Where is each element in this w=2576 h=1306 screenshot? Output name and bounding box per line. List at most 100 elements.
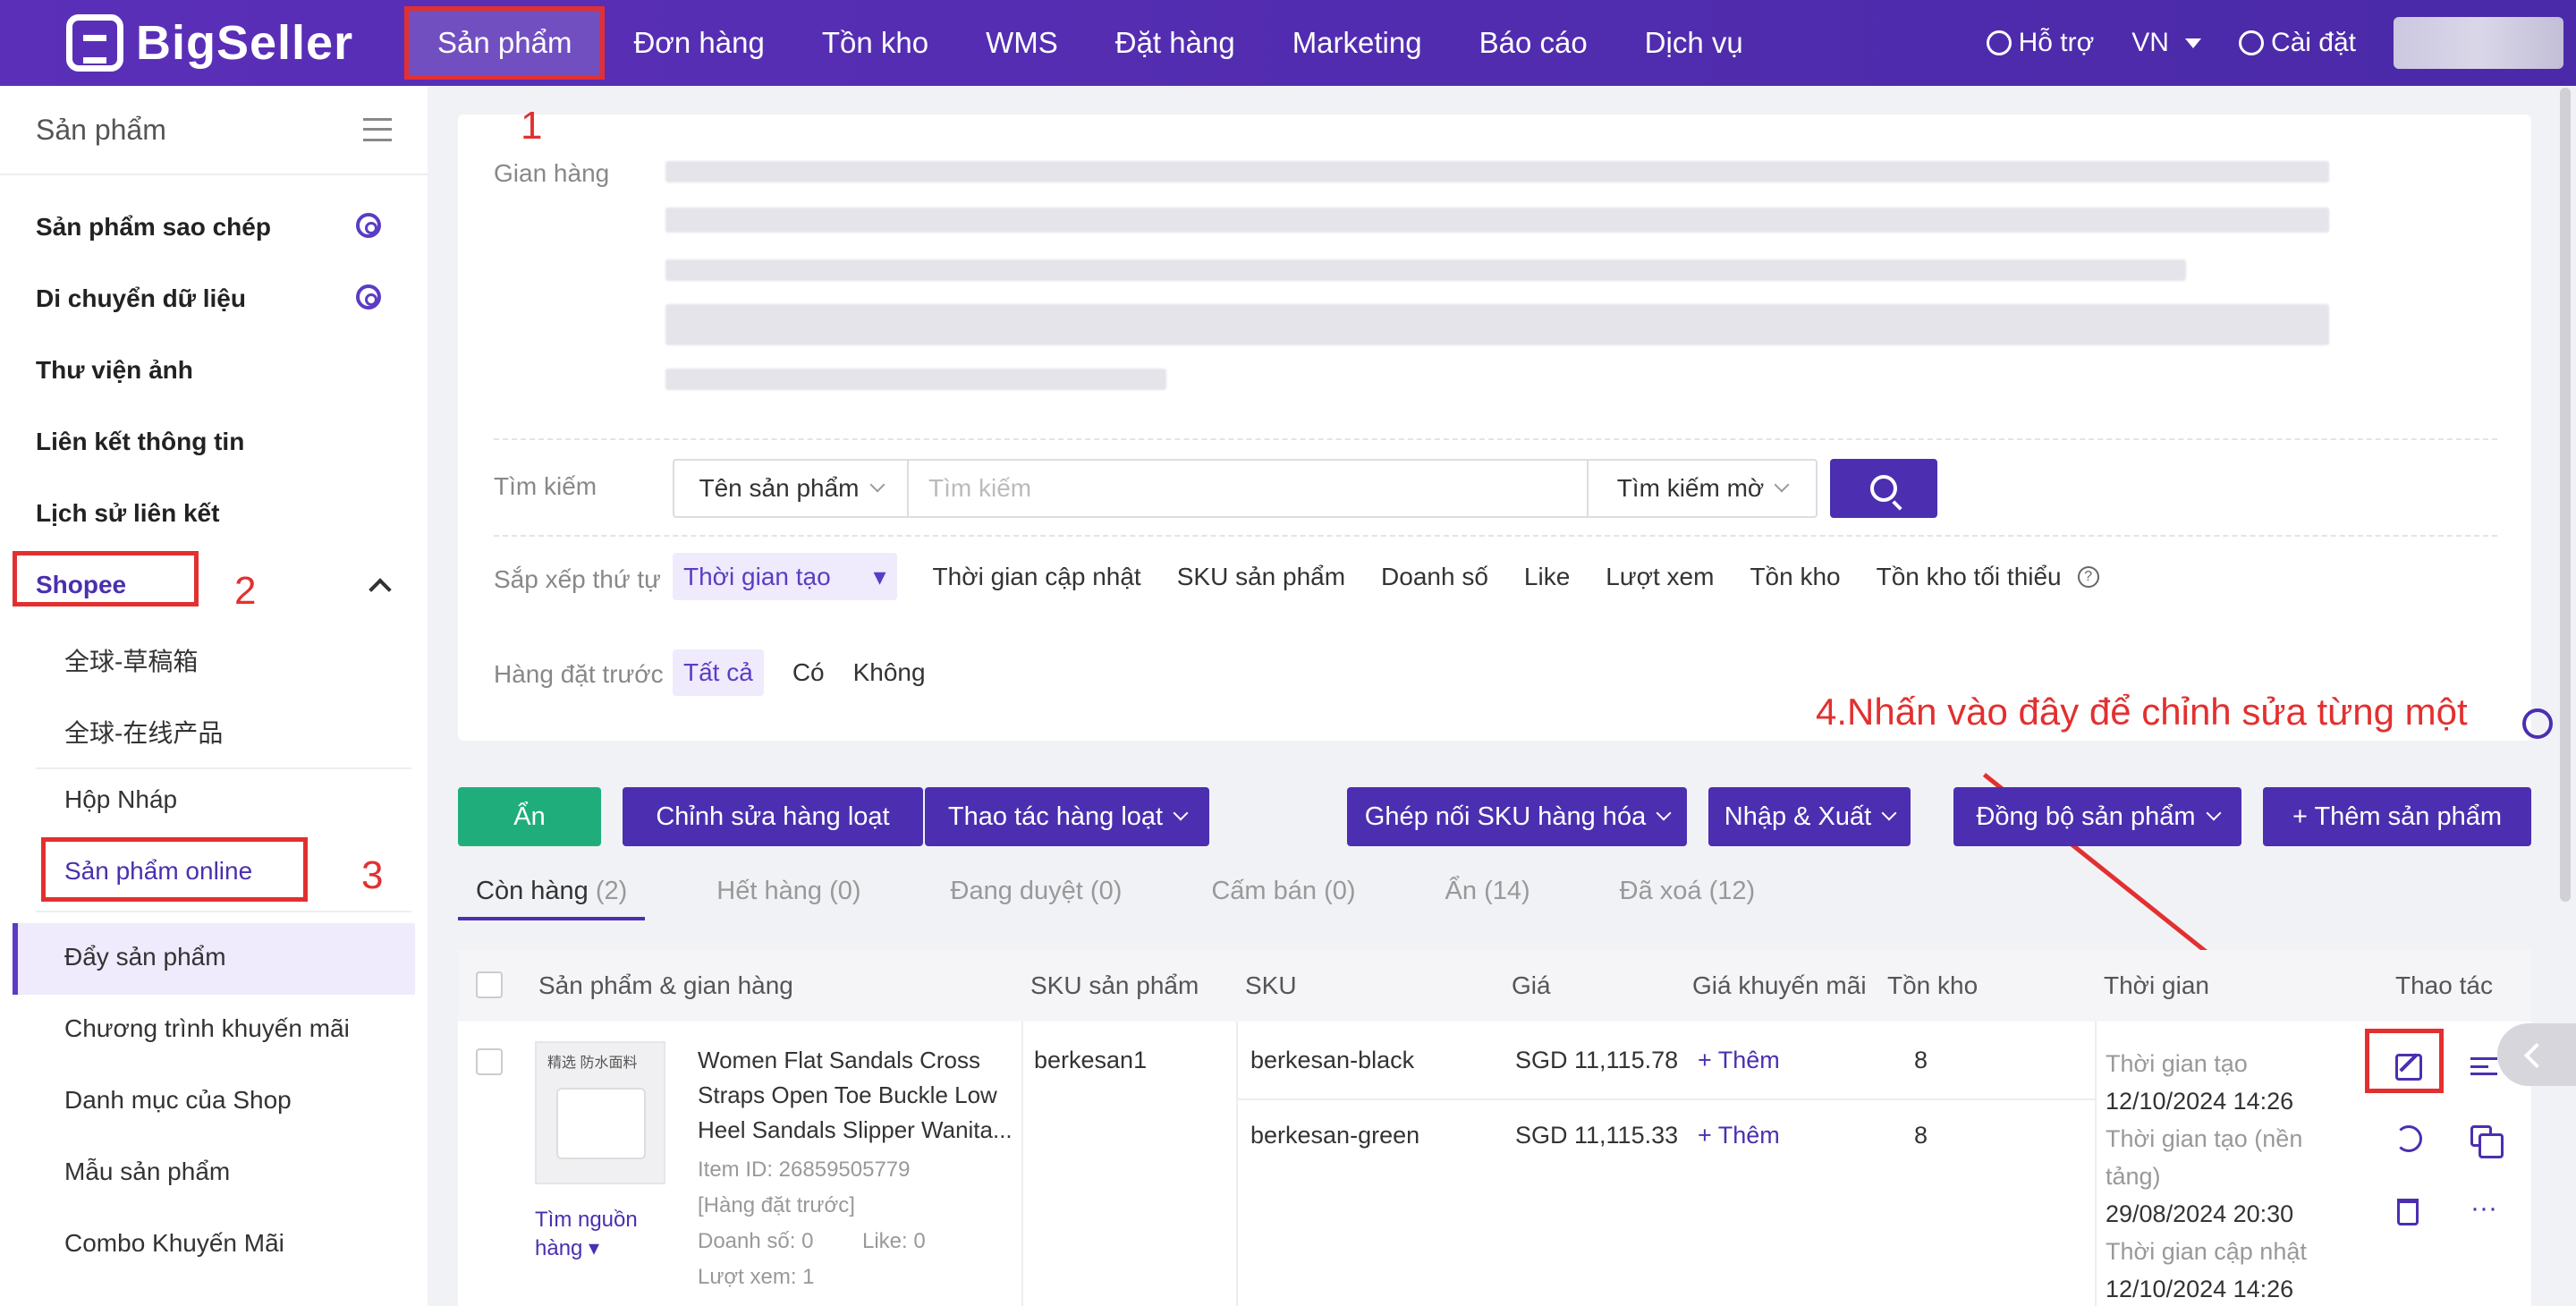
divider <box>36 911 411 912</box>
shop-list-blurred[interactable] <box>665 161 2490 456</box>
sidebar-item-drafts[interactable]: Hộp Nháp <box>64 785 177 814</box>
avatar[interactable] <box>2394 17 2563 69</box>
preorder-no[interactable]: Không <box>853 658 926 687</box>
preorder-yes[interactable]: Có <box>792 658 825 687</box>
shop-label: Gian hàng <box>494 159 610 187</box>
scrollbar[interactable] <box>2560 88 2571 902</box>
search-icon[interactable] <box>2522 708 2553 739</box>
search-input[interactable]: Tìm kiếm <box>909 461 1587 516</box>
time-label: Thời gian tạo (nền <box>2106 1125 2303 1152</box>
sidebar-item-global-online[interactable]: 全球-在线产品 <box>64 714 223 750</box>
nav-inventory[interactable]: Tồn kho <box>793 0 957 86</box>
collapse-panel-icon[interactable] <box>2497 1023 2576 1086</box>
divider <box>1236 1022 1238 1306</box>
more-icon[interactable]: ··· <box>2470 1195 2497 1231</box>
settings-link[interactable]: Cài đặt <box>2238 28 2356 58</box>
search-mode-value: Tìm kiếm mờ <box>1616 474 1765 502</box>
bulk-operations-button[interactable]: Thao tác hàng loạt <box>925 787 1209 846</box>
nav-wms[interactable]: WMS <box>957 0 1087 86</box>
chevron-down-icon <box>1656 805 1672 821</box>
sort-option-product-sku[interactable]: SKU sản phẩm <box>1177 563 1345 591</box>
time-value: 12/10/2024 14:26 <box>2106 1088 2294 1115</box>
support-link[interactable]: Hỗ trợ <box>1986 28 2094 58</box>
sort-option-stock[interactable]: Tồn kho <box>1750 563 1840 591</box>
gear-icon[interactable] <box>356 284 381 310</box>
annotation-number-3: 3 <box>361 853 384 897</box>
sync-icon[interactable] <box>2395 1125 2422 1152</box>
select-all-checkbox[interactable] <box>476 971 503 998</box>
chevron-up-icon[interactable] <box>369 578 392 601</box>
sync-products-button[interactable]: Đồng bộ sản phẩm <box>1953 787 2241 846</box>
sidebar-header: Sản phẩm <box>0 86 428 175</box>
tab-out-of-stock[interactable]: Hết hàng (0) <box>699 877 878 920</box>
preorder-tag: [Hàng đặt trước] <box>698 1193 855 1217</box>
sidebar-item-shop-categories[interactable]: Danh mục của Shop <box>64 1086 292 1115</box>
nav-reports[interactable]: Báo cáo <box>1451 0 1616 86</box>
variant-price: SGD 11,115.33 <box>1515 1122 1679 1149</box>
sidebar-item-promotions[interactable]: Chương trình khuyến mãi <box>64 1014 350 1043</box>
product-image[interactable]: 精选 防水面料 <box>535 1041 665 1184</box>
tab-banned[interactable]: Cấm bán (0) <box>1193 877 1373 920</box>
nav-services[interactable]: Dịch vụ <box>1616 0 1772 86</box>
sort-option-sales[interactable]: Doanh số <box>1381 563 1488 591</box>
sidebar-item-data-migration[interactable]: Di chuyển dữ liệu <box>36 284 246 313</box>
add-promo-link[interactable]: + Thêm <box>1698 1122 1780 1149</box>
divider <box>494 438 2497 440</box>
add-product-button[interactable]: + Thêm sản phẩm <box>2263 787 2531 846</box>
sidebar-item-copied-products[interactable]: Sản phẩm sao chép <box>36 213 271 242</box>
tab-in-stock[interactable]: Còn hàng (2) <box>458 877 646 920</box>
language-select[interactable]: VN <box>2131 28 2201 58</box>
nav-orders[interactable]: Đơn hàng <box>605 0 792 86</box>
sidebar-item-product-templates[interactable]: Mẫu sản phẩm <box>64 1158 230 1186</box>
copy-icon[interactable] <box>2470 1125 2504 1158</box>
find-source-link[interactable]: Tìm nguồn hàng ▾ <box>535 1206 660 1263</box>
sort-option-like[interactable]: Like <box>1524 563 1570 591</box>
search-field-value: Tên sản phẩm <box>699 474 860 502</box>
tab-reviewing[interactable]: Đang duyệt (0) <box>933 877 1140 920</box>
bigseller-logo[interactable]: BigSeller <box>66 14 353 72</box>
variant-stock: 8 <box>1914 1047 1928 1073</box>
title-line: Women Flat Sandals Cross <box>698 1047 980 1073</box>
row-checkbox[interactable] <box>476 1048 503 1075</box>
hide-button[interactable]: Ẩn <box>458 787 601 846</box>
tab-count: (14) <box>1484 877 1530 905</box>
chevron-down-icon <box>2206 805 2222 821</box>
tab-label: Đã xoá <box>1619 877 1702 905</box>
nav-marketing[interactable]: Marketing <box>1264 0 1451 86</box>
sort-icon[interactable] <box>2470 1057 2497 1075</box>
tab-hidden[interactable]: Ẩn (14) <box>1428 877 1548 920</box>
search-mode-select[interactable]: Tìm kiếm mờ <box>1587 461 1816 516</box>
search-icon <box>1986 30 2012 55</box>
add-promo-link[interactable]: + Thêm <box>1698 1047 1780 1074</box>
help-icon[interactable]: ? <box>2077 565 2099 588</box>
search-bar: Tên sản phẩm Tìm kiếm Tìm kiếm mờ <box>673 459 1818 518</box>
tab-count: (0) <box>829 877 861 905</box>
sort-option-created[interactable]: Thời gian tạo ▾ <box>673 553 897 600</box>
sidebar-item-global-drafts[interactable]: 全球-草稿箱 <box>64 642 198 678</box>
tab-deleted[interactable]: Đã xoá (12) <box>1602 877 1774 920</box>
gear-icon[interactable] <box>356 213 381 238</box>
chevron-down-icon <box>2184 38 2201 48</box>
search-field-select[interactable]: Tên sản phẩm <box>674 461 909 516</box>
sort-option-min-stock[interactable]: Tồn kho tối thiểu <box>1877 563 2062 591</box>
bulk-edit-button[interactable]: Chỉnh sửa hàng loạt <box>623 787 923 846</box>
sidebar-item-link-info[interactable]: Liên kết thông tin <box>36 428 244 456</box>
product-image-tag: 精选 防水面料 <box>547 1056 638 1071</box>
preorder-all[interactable]: Tất cả <box>673 649 764 696</box>
nav-purchase[interactable]: Đặt hàng <box>1087 0 1264 86</box>
sidebar-item-link-history[interactable]: Lịch sử liên kết <box>36 499 219 528</box>
sku-match-button[interactable]: Ghép nối SKU hàng hóa <box>1347 787 1687 846</box>
search-icon <box>1870 475 1897 502</box>
sort-option-updated[interactable]: Thời gian cập nhật <box>933 563 1141 591</box>
trash-icon[interactable] <box>2397 1199 2419 1225</box>
collapse-menu-icon[interactable] <box>363 118 392 141</box>
search-button[interactable] <box>1830 459 1937 518</box>
sort-option-views[interactable]: Lượt xem <box>1606 563 1714 591</box>
col-actions: Thao tác <box>2395 971 2493 999</box>
nav-products[interactable]: Sản phẩm <box>404 6 606 80</box>
sidebar-item-push-products[interactable]: Đẩy sản phẩm <box>64 943 226 971</box>
sidebar-item-image-library[interactable]: Thư viện ảnh <box>36 356 193 385</box>
product-title[interactable]: Women Flat Sandals Cross Straps Open Toe… <box>698 1043 1013 1148</box>
import-export-button[interactable]: Nhập & Xuất <box>1708 787 1911 846</box>
sidebar-item-combo-promo[interactable]: Combo Khuyến Mãi <box>64 1229 284 1258</box>
